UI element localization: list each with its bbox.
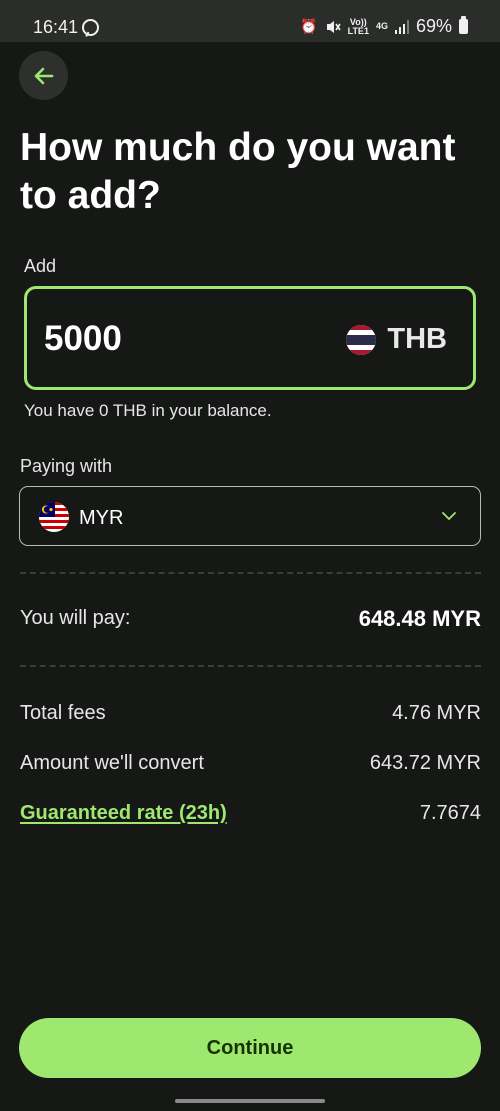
volte-indicator: Vo)) LTE1 [347,16,369,36]
arrow-left-icon [34,67,53,84]
status-icons: ⏰ Vo)) LTE1 4G 69% [300,16,468,37]
status-time: 16:41 [33,17,79,37]
guaranteed-rate-value: 7.7674 [419,802,481,824]
back-button[interactable] [19,51,68,100]
guaranteed-rate-link[interactable]: Guaranteed rate (23h) [20,802,227,825]
paying-with-label: Paying with [20,456,113,476]
balance-note: You have 0 THB in your balance. [24,401,272,420]
paying-currency-dropdown[interactable]: MYR [19,486,481,546]
battery-percent: 69% [415,16,452,36]
battery-icon [459,16,468,34]
network-type: 4G [375,21,388,31]
target-currency-selector[interactable]: THB [346,323,447,356]
total-fees-value: 4.76 MYR [392,702,481,724]
convert-amount-value: 643.72 MYR [369,752,481,774]
page-title: How much do you want to add? [20,126,456,217]
status-bar: 16:41 ⏰ Vo)) LTE1 4G 69% [0,0,500,42]
mute-icon [326,20,341,33]
target-currency-code: THB [387,323,447,355]
malaysia-flag-icon [39,502,69,532]
whatsapp-icon [82,19,99,36]
amount-input[interactable]: 5000 THB [24,286,476,390]
divider [20,572,481,574]
you-will-pay-value: 648.48 MYR [358,606,481,631]
divider [20,665,481,667]
amount-value[interactable]: 5000 [44,319,122,359]
add-label: Add [24,256,57,276]
you-will-pay-label: You will pay: [20,607,131,629]
total-fees-label: Total fees [20,702,106,724]
paying-currency-code: MYR [79,507,124,529]
alarm-icon: ⏰ [300,18,318,34]
home-indicator[interactable] [175,1099,325,1103]
signal-icon [394,19,409,34]
chevron-down-icon [442,512,456,520]
thailand-flag-icon [346,324,377,355]
convert-amount-label: Amount we'll convert [20,752,204,774]
continue-button[interactable]: Continue [19,1018,481,1078]
